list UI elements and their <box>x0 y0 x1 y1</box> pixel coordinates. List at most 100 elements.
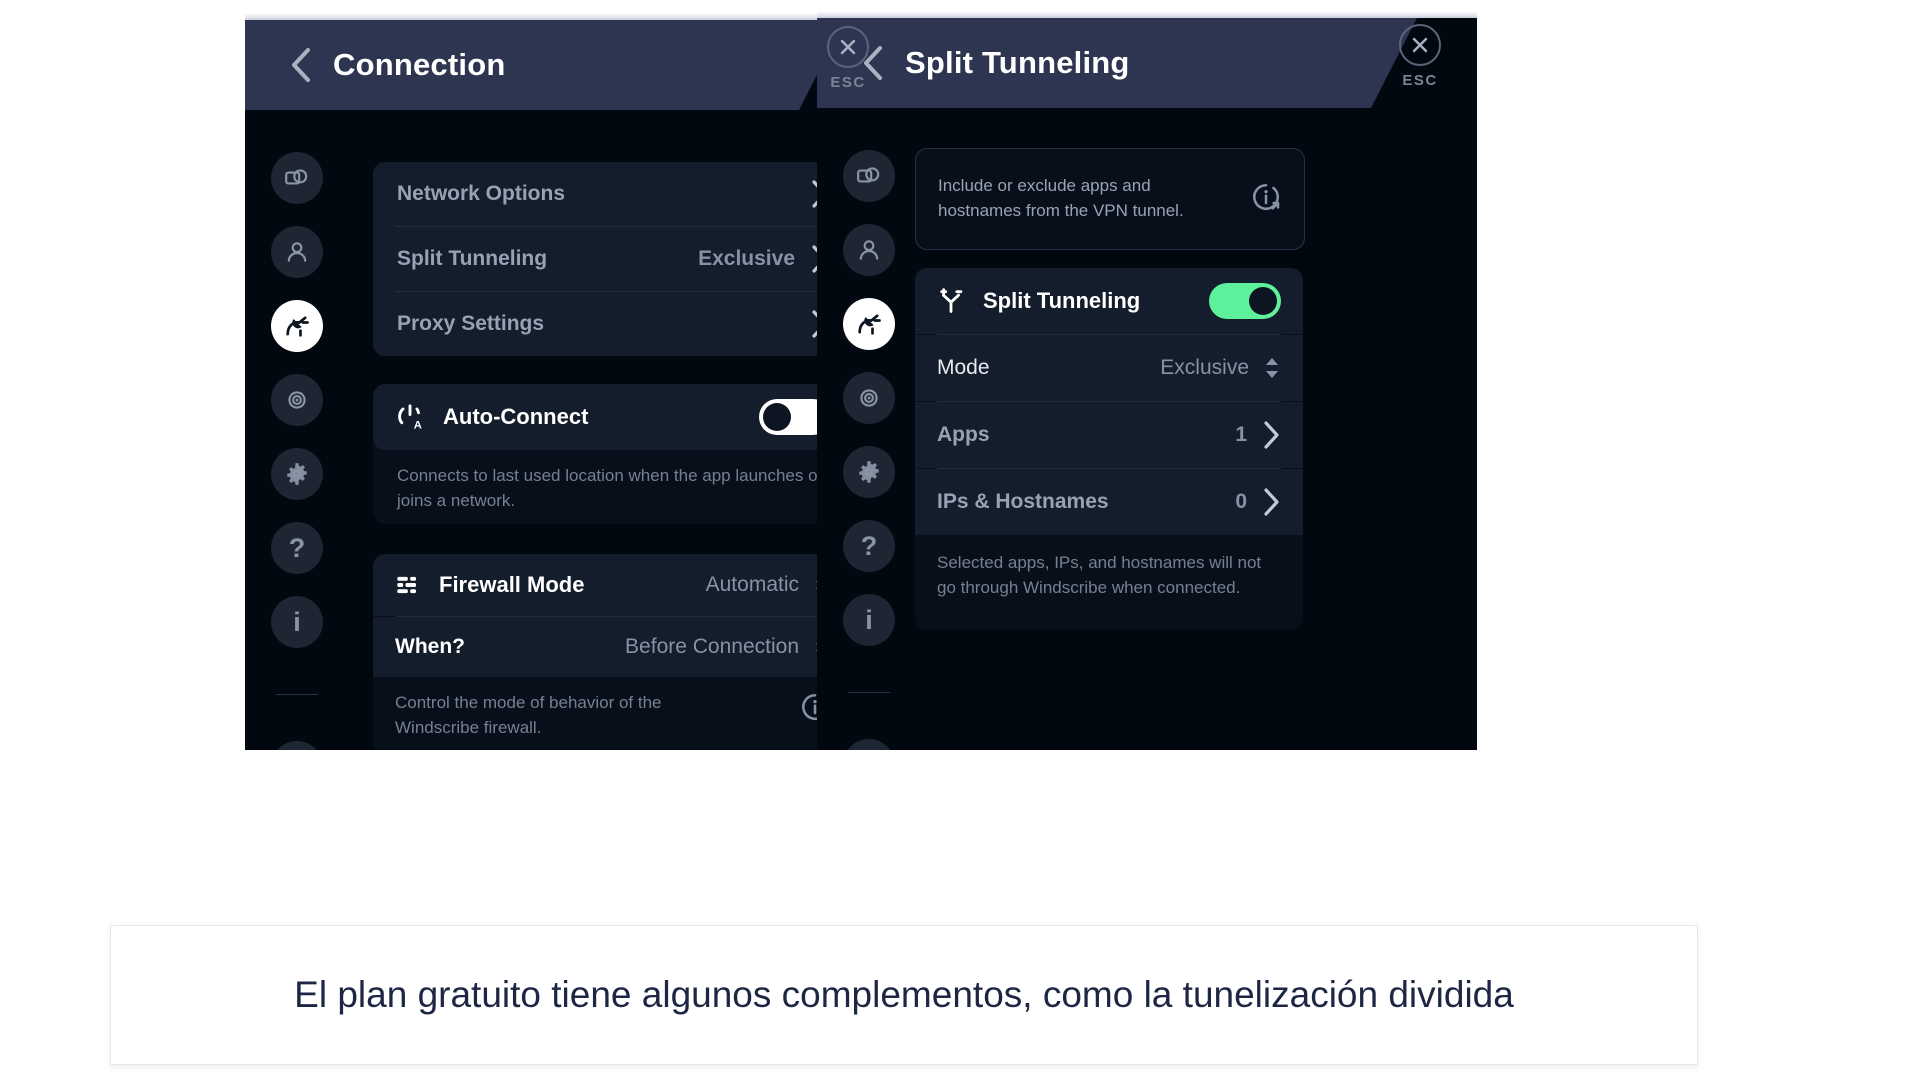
chevron-right-icon <box>1264 488 1279 516</box>
auto-connect-label: Auto-Connect <box>443 404 589 429</box>
info-banner: Include or exclude apps and hostnames fr… <box>915 148 1305 250</box>
menu-row-label: Split Tunneling <box>397 247 548 270</box>
menu-row-label: Network Options <box>397 182 566 205</box>
split-tunneling-mode-row[interactable]: Mode Exclusive <box>915 335 1303 401</box>
svg-text:A: A <box>414 419 422 431</box>
sidebar-item-robert[interactable] <box>271 374 323 426</box>
firewall-when-label: When? <box>395 635 465 658</box>
sidebar-item-help[interactable]: ? <box>271 522 323 574</box>
back-button[interactable] <box>275 45 327 85</box>
firewall-card: Firewall Mode Automatic When? Before Con… <box>373 554 853 750</box>
mode-value: Exclusive <box>1160 356 1249 379</box>
gear-icon <box>287 463 307 485</box>
sidebar-item-logout[interactable] <box>271 741 323 750</box>
ips-count: 0 <box>1235 490 1247 513</box>
esc-close-control[interactable]: ESC <box>1399 24 1441 89</box>
caption-banner: El plan gratuito tiene algunos complemen… <box>110 925 1698 1065</box>
firewall-when-value: Before Connection <box>625 635 799 658</box>
sidebar-item-account[interactable] <box>843 224 895 276</box>
mode-label: Mode <box>937 356 990 379</box>
info-external-link-icon <box>1253 183 1280 210</box>
menu-row-proxy-settings[interactable]: Proxy Settings <box>373 292 853 356</box>
sidebar-item-logout[interactable] <box>843 739 895 750</box>
menu-row-split-tunneling[interactable]: Split Tunneling Exclusive <box>373 227 853 291</box>
menu-row-label: Proxy Settings <box>397 312 545 335</box>
toggle-knob <box>763 403 791 431</box>
question-mark-icon: ? <box>860 530 878 561</box>
menu-row-network-options[interactable]: Network Options <box>373 162 853 226</box>
sidebar-item-preferences[interactable] <box>843 446 895 498</box>
stepper-updown-icon[interactable] <box>1263 355 1281 381</box>
window-title-strip <box>817 2 1477 18</box>
esc-label: ESC <box>1402 72 1438 89</box>
split-tunneling-fork-icon <box>940 288 963 313</box>
plug-connection-icon <box>858 314 881 335</box>
page-title: Connection <box>333 47 506 82</box>
connection-window: Connection ESC ? i Network Options Split… <box>245 4 905 750</box>
auto-connect-description: Connects to last used location when the … <box>397 466 824 510</box>
chevron-left-icon <box>292 48 310 82</box>
close-icon <box>840 39 856 55</box>
firewall-when-row[interactable]: When? Before Connection <box>373 617 853 677</box>
apps-count: 1 <box>1235 423 1247 446</box>
sidebar-item-connection[interactable] <box>271 300 323 352</box>
sidebar-item-account[interactable] <box>271 226 323 278</box>
robert-eye-icon <box>860 389 878 407</box>
esc-close-control[interactable]: ESC <box>827 26 869 91</box>
robert-eye-icon <box>288 391 306 409</box>
split-tunneling-label: Split Tunneling <box>983 288 1141 313</box>
split-tunneling-ips-row[interactable]: IPs & Hostnames 0 <box>915 469 1303 535</box>
right-sidebar: ? i <box>817 150 921 750</box>
firewall-mode-label: Firewall Mode <box>439 572 585 597</box>
screen-general-icon <box>857 167 880 183</box>
info-icon: i <box>865 604 873 635</box>
sidebar-item-about[interactable]: i <box>843 594 895 646</box>
person-account-icon <box>287 242 307 262</box>
question-mark-icon: ? <box>288 532 306 563</box>
info-icon: i <box>293 606 301 637</box>
split-tunneling-window: Split Tunneling ESC ? i Include or exclu… <box>817 2 1477 750</box>
apps-label: Apps <box>937 423 990 446</box>
firewall-description: Control the mode of behavior of the Wind… <box>395 693 662 737</box>
info-banner-row: Include or exclude apps and hostnames fr… <box>916 149 1304 249</box>
firewall-mode-row[interactable]: Firewall Mode Automatic <box>373 554 853 616</box>
close-icon <box>1412 37 1428 53</box>
gear-icon <box>859 461 879 483</box>
info-banner-text: Include or exclude apps and hostnames fr… <box>938 176 1184 220</box>
sidebar-item-preferences[interactable] <box>271 448 323 500</box>
split-tunneling-toggle-row[interactable]: Split Tunneling <box>915 268 1303 334</box>
sidebar-divider <box>848 692 890 693</box>
auto-connect-row[interactable]: A Auto-Connect <box>373 384 853 450</box>
firewall-description-row: Control the mode of behavior of the Wind… <box>373 677 853 740</box>
window-title-strip <box>245 4 905 20</box>
left-sidebar: ? i <box>245 152 349 750</box>
plug-connection-icon <box>286 316 309 337</box>
firewall-bars-icon <box>397 576 416 594</box>
screen-general-icon <box>285 169 308 185</box>
page-title: Split Tunneling <box>905 45 1130 80</box>
info-banner-button[interactable] <box>1250 181 1282 218</box>
auto-connect-card: A Auto-Connect Connects to last used loc… <box>373 384 853 524</box>
toggle-knob <box>1249 287 1277 315</box>
right-window-header: Split Tunneling <box>817 18 1417 108</box>
split-tunneling-apps-row[interactable]: Apps 1 <box>915 402 1303 468</box>
sidebar-item-about[interactable]: i <box>271 596 323 648</box>
caption-text: El plan gratuito tiene algunos complemen… <box>294 973 1514 1015</box>
sidebar-divider <box>276 694 318 695</box>
sidebar-item-robert[interactable] <box>843 372 895 424</box>
connection-menu-card: Network Options Split Tunneling Exclusiv… <box>373 162 853 356</box>
ips-label: IPs & Hostnames <box>937 490 1109 513</box>
sidebar-item-connection[interactable] <box>843 298 895 350</box>
split-tunneling-card: Split Tunneling Mode Exclusive Apps 1 IP… <box>915 268 1303 630</box>
firewall-mode-value: Automatic <box>705 573 799 596</box>
chevron-right-icon <box>1264 421 1279 449</box>
sidebar-item-general[interactable] <box>271 152 323 204</box>
sidebar-item-general[interactable] <box>843 150 895 202</box>
sidebar-item-help[interactable]: ? <box>843 520 895 572</box>
close-button[interactable] <box>1399 24 1441 66</box>
left-window-header: Connection <box>245 20 845 110</box>
close-button[interactable] <box>827 26 869 68</box>
menu-row-value: Exclusive <box>698 247 795 270</box>
split-tunneling-toggle[interactable] <box>1209 283 1281 319</box>
person-account-icon <box>859 240 879 260</box>
